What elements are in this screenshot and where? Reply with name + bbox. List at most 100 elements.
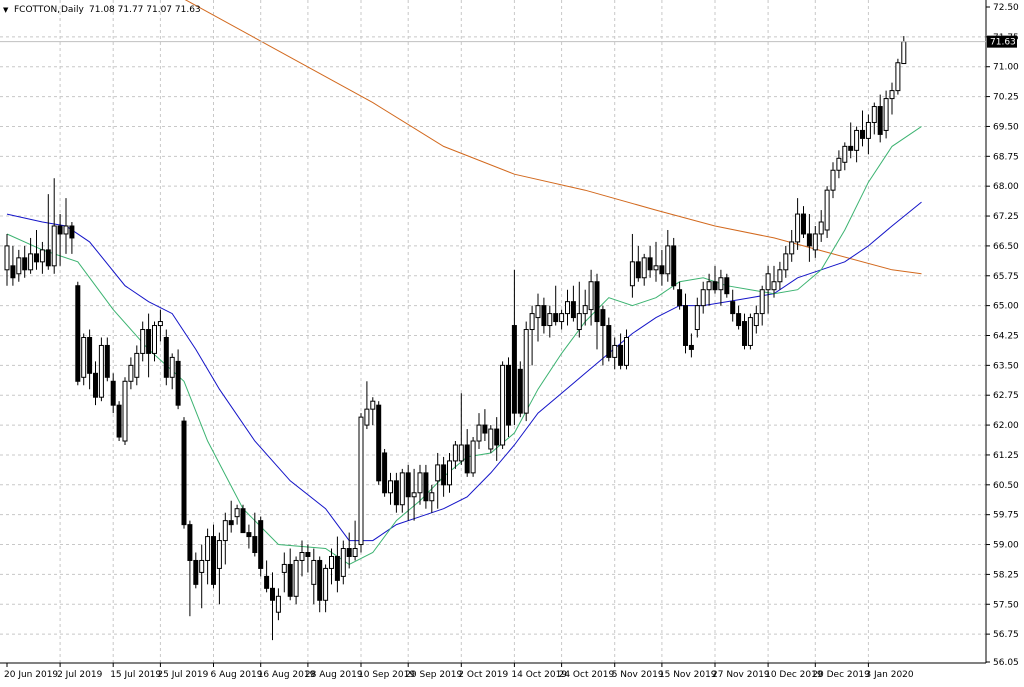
- y-tick-label: 60.50: [993, 481, 1019, 491]
- candle-body-bull: [63, 225, 69, 235]
- candle-body-bull: [854, 129, 860, 151]
- candle-body-bull: [535, 305, 541, 319]
- candle-body-bull: [122, 380, 128, 442]
- candle-body-bear: [181, 420, 187, 526]
- candle-body-bull: [28, 253, 34, 271]
- candle-body-bear: [860, 129, 865, 139]
- candle-body-bear: [334, 555, 340, 581]
- candle-body-bull: [458, 444, 464, 462]
- y-tick-label: 56.75: [993, 630, 1019, 640]
- candle-body-bull: [157, 321, 163, 327]
- candle-body-bear: [317, 559, 323, 601]
- candle-body-bull: [39, 249, 45, 263]
- candle-body-bull: [565, 301, 570, 315]
- candle-body-bull: [830, 169, 836, 191]
- candle-body-bear: [423, 472, 429, 502]
- candle-body-bear: [742, 321, 747, 346]
- candle-body-bull: [275, 595, 281, 613]
- candle-body-bull: [777, 269, 783, 283]
- candle-body-bull: [883, 98, 889, 131]
- candle-body-bull: [16, 257, 22, 275]
- candle-body-bull: [417, 472, 423, 494]
- candle-body-bear: [517, 368, 523, 414]
- y-tick-label: 71.00: [993, 63, 1019, 73]
- candle-body-bear: [346, 548, 352, 557]
- candle-body-bear: [376, 404, 382, 482]
- candle-body-bear: [393, 480, 399, 506]
- candle-body-bull: [529, 313, 535, 331]
- candle-body-bear: [541, 305, 547, 327]
- candle-body-bear: [305, 552, 311, 557]
- y-tick-label: 62.00: [993, 421, 1019, 431]
- candle-body-bull: [447, 460, 452, 486]
- candle-body-bull: [795, 213, 801, 243]
- candle-body-bull: [199, 559, 205, 573]
- x-tick-label: 6 Aug 2019: [211, 670, 263, 680]
- y-tick-label: 62.75: [993, 391, 1019, 401]
- candle-body-bull: [641, 257, 647, 279]
- y-tick-label: 64.25: [993, 331, 1019, 341]
- chart-window: 72.5071.7571.0070.2569.5068.7568.0067.25…: [0, 0, 1024, 683]
- symbol-name: FCOTTON,: [14, 5, 60, 15]
- candle-body-bull: [653, 265, 659, 271]
- y-tick-label: 63.50: [993, 361, 1019, 371]
- y-tick-label: 61.25: [993, 451, 1019, 461]
- candle-body-bear: [677, 289, 683, 307]
- candle-body-bull: [842, 145, 848, 163]
- candle-body-bull: [51, 225, 57, 267]
- candle-body-bear: [110, 380, 116, 406]
- candle-body-bear: [211, 536, 216, 585]
- y-tick-label: 66.50: [993, 242, 1019, 252]
- candle-body-bear: [175, 360, 181, 406]
- candle-body-bull: [718, 277, 724, 291]
- price-tag-label: 71.63: [990, 38, 1016, 48]
- candle-body-bull: [624, 336, 629, 366]
- candle-body-bear: [405, 472, 411, 498]
- candle-body-bear: [10, 265, 16, 279]
- candle-body-bear: [116, 404, 122, 438]
- candle-body-bull: [488, 428, 494, 450]
- candle-body-bear: [801, 213, 806, 235]
- candle-body-bull: [783, 253, 789, 271]
- candle-body-bull: [470, 440, 476, 474]
- candle-body-bull: [771, 281, 777, 291]
- candle-body-bull: [582, 305, 588, 315]
- candle-body-bull: [700, 289, 706, 307]
- candle-body-bull: [4, 245, 10, 271]
- candle-body-bull: [865, 121, 871, 139]
- candle-body-bull: [706, 281, 712, 291]
- candle-body-bear: [671, 245, 677, 287]
- candle-body-bull: [901, 41, 907, 65]
- candle-body-bull: [222, 520, 228, 542]
- candle-body-bull: [812, 233, 818, 251]
- candle-body-bull: [205, 536, 211, 561]
- x-tick-label: 24 Oct 2019: [559, 670, 615, 680]
- candle-body-bear: [712, 281, 718, 291]
- candle-body-bull: [216, 540, 222, 569]
- candle-body-bull: [399, 472, 405, 506]
- candle-body-bear: [22, 257, 28, 271]
- candle-body-bull: [81, 336, 87, 378]
- candle-body-bull: [281, 563, 287, 573]
- candle-body-bear: [75, 285, 81, 382]
- y-tick-label: 59.00: [993, 541, 1019, 551]
- candle-body-bull: [789, 241, 795, 255]
- y-tick-label: 65.75: [993, 272, 1019, 282]
- candle-body-bull: [364, 408, 370, 426]
- candle-body-bull: [576, 313, 582, 331]
- candle-body-bear: [264, 575, 270, 589]
- symbol-menu-arrow[interactable]: ▼: [3, 6, 9, 14]
- candle-body-bull: [476, 424, 482, 442]
- candle-body-bear: [511, 325, 517, 414]
- candle-body-bull: [352, 548, 358, 557]
- candle-body-bull: [824, 189, 830, 231]
- candle-body-bull: [818, 221, 824, 235]
- candle-body-bear: [506, 364, 511, 426]
- x-tick-label: 2 Jul 2019: [57, 670, 102, 680]
- candle-body-bull: [753, 313, 759, 327]
- candle-body-bear: [635, 261, 641, 279]
- candle-body-bear: [606, 325, 612, 358]
- x-tick-label: 20 Jun 2019: [4, 670, 58, 680]
- candle-body-bear: [877, 106, 883, 135]
- candle-body-bear: [93, 372, 98, 398]
